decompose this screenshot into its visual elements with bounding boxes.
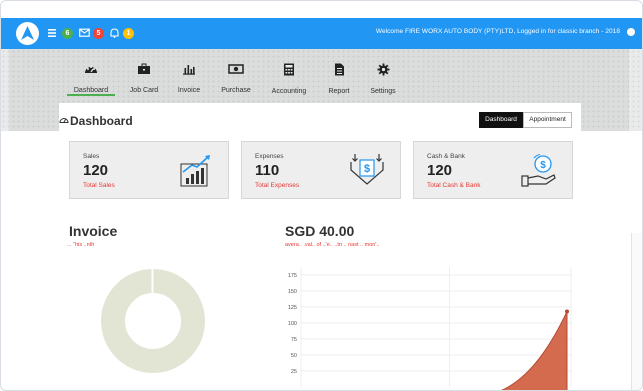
document-icon	[334, 63, 344, 76]
expenses-card[interactable]: Expenses 110 Total Expenses $	[241, 141, 401, 199]
area-chart: 25 50 75 100 125 150 175	[288, 267, 572, 390]
settings-gear-icon[interactable]	[627, 28, 635, 36]
top-bar: 6 5 1 Welcome FIRE WORX AUTO BODY (PTY)L…	[1, 18, 642, 49]
chart-data-point	[565, 309, 569, 314]
mail-button[interactable]: 5	[79, 26, 104, 40]
nav-job-card-label: Job Card	[129, 87, 159, 94]
messages-badge: 6	[62, 27, 73, 39]
chart-y-tick-label: 75	[291, 337, 297, 343]
expenses-card-label: Expenses	[255, 153, 284, 160]
expenses-card-value: 110	[255, 162, 280, 179]
chart-y-axis: 25 50 75 100 125 150 175	[288, 273, 297, 375]
nav-report-label: Report	[328, 88, 350, 95]
chart-y-tick-label: 150	[288, 289, 297, 295]
chart-y-tick-label: 50	[291, 353, 297, 359]
donut-gap	[151, 269, 154, 297]
active-tab-indicator	[67, 94, 115, 96]
alerts-button[interactable]: 1	[109, 26, 134, 40]
invoice-donut-chart	[101, 269, 205, 373]
page-title: Dashboard	[70, 114, 133, 128]
chart-y-tick-label: 25	[291, 369, 297, 375]
nav-settings-label: Settings	[370, 88, 396, 95]
list-icon	[48, 29, 56, 37]
sales-card[interactable]: Sales 120 Total Sales	[69, 141, 229, 199]
growth-chart-icon	[180, 155, 210, 187]
nav-purchase-label: Purchase	[221, 87, 251, 94]
sales-card-value: 120	[83, 162, 109, 179]
expenses-card-subtitle: Total Expenses	[255, 182, 300, 189]
cash-hand-icon: $	[521, 154, 556, 187]
gear-icon	[377, 63, 389, 76]
speedometer-icon	[85, 66, 97, 73]
invoice-title: Invoice	[69, 223, 118, 239]
side-scroll-area	[631, 233, 642, 390]
alerts-badge: 1	[123, 27, 134, 39]
amount-subtitle: avera.. .val.. of ..'e.. ..tn .. nast ..…	[285, 242, 380, 248]
welcome-text: Welcome FIRE WORX AUTO BODY (PTY)LTD, Lo…	[375, 28, 620, 35]
mail-icon	[79, 28, 90, 37]
toggle-appointment-button[interactable]: Appointment	[523, 112, 572, 128]
sales-card-subtitle: Total Sales	[83, 182, 115, 189]
bar-chart-icon	[183, 65, 195, 75]
briefcase-icon	[138, 63, 150, 74]
messages-button[interactable]: 6	[48, 26, 73, 40]
chart-y-tick-label: 175	[288, 273, 297, 279]
sales-card-label: Sales	[83, 153, 100, 160]
nav-dashboard-label: Dashboard	[73, 87, 109, 94]
nav-purchase[interactable]: Purchase	[208, 63, 264, 97]
cash-bank-card[interactable]: Cash & Bank 120 Total Cash & Bank $	[413, 141, 573, 199]
chart-y-tick-label: 100	[288, 321, 297, 327]
calculator-icon	[284, 63, 294, 76]
nav-invoice-label: Invoice	[177, 87, 201, 94]
app-logo[interactable]	[16, 22, 39, 45]
nav-accounting-label: Accounting	[271, 88, 307, 95]
app-window: 6 5 1 Welcome FIRE WORX AUTO BODY (PTY)L…	[0, 0, 643, 391]
mail-badge: 5	[93, 27, 104, 39]
amount-title: SGD 40.00	[285, 223, 355, 239]
nav-settings[interactable]: Settings	[355, 63, 411, 98]
cash-bank-card-label: Cash & Bank	[427, 153, 465, 160]
svg-text:$: $	[540, 160, 546, 171]
svg-text:$: $	[364, 163, 370, 175]
nav-accounting[interactable]: Accounting	[261, 63, 317, 98]
cash-bank-card-value: 120	[427, 162, 453, 179]
dollar-down-icon: $	[350, 154, 384, 185]
nav-dashboard[interactable]: Dashboard	[63, 63, 119, 97]
bell-icon	[110, 28, 119, 38]
toggle-dashboard-button[interactable]: Dashboard	[479, 112, 523, 128]
chart-y-tick-label: 125	[288, 305, 297, 311]
cash-bank-card-subtitle: Total Cash & Bank	[427, 182, 481, 189]
dashboard-gauge-icon	[59, 118, 69, 123]
invoice-subtitle: ... "his ..nth	[67, 242, 95, 248]
cash-icon	[228, 64, 244, 74]
